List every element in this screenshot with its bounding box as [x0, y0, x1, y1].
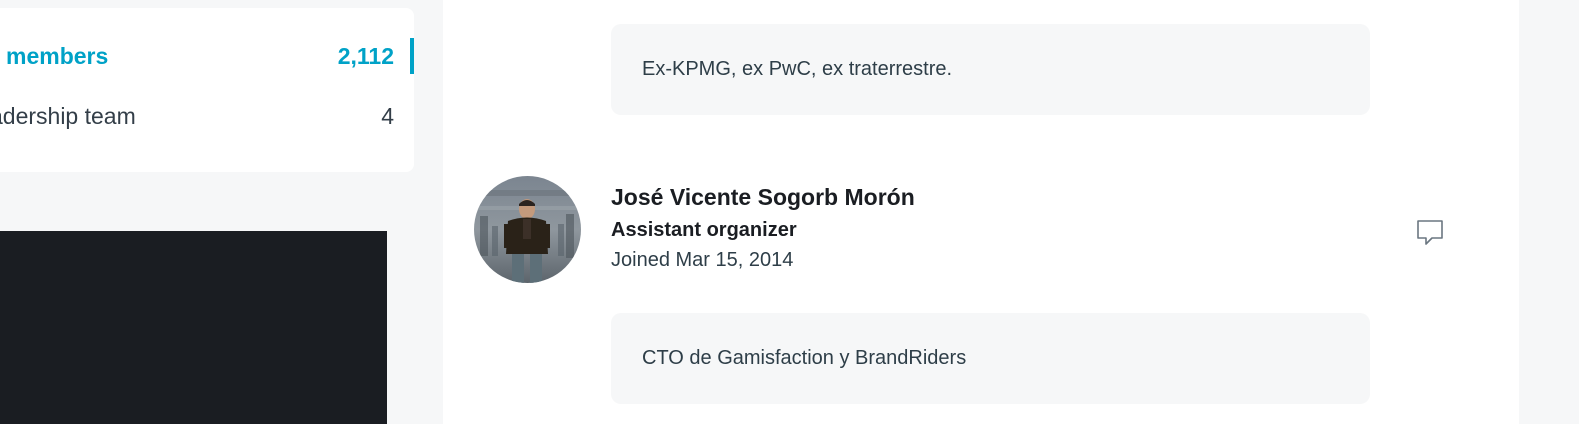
page: members 2,112 adership team 4 Ex-KPMG, e… — [0, 0, 1579, 424]
member-joined-date: Joined Mar 15, 2014 — [611, 249, 794, 271]
chat-bubble-icon — [1417, 220, 1443, 245]
member-bio: Ex-KPMG, ex PwC, ex traterrestre. — [611, 24, 1370, 115]
sidebar-item-leadership-team[interactable]: adership team 4 — [0, 96, 414, 136]
active-indicator — [410, 38, 414, 74]
member-bio: CTO de Gamisfaction y BrandRiders — [611, 313, 1370, 404]
sidebar-item-count: 2,112 — [337, 42, 394, 69]
member-role: Assistant organizer — [611, 219, 797, 241]
members-filter-card: members 2,112 adership team 4 — [0, 8, 414, 172]
member-bio-text: Ex-KPMG, ex PwC, ex traterrestre. — [642, 58, 953, 80]
avatar[interactable] — [474, 176, 581, 283]
member-bio-text: CTO de Gamisfaction y BrandRiders — [642, 347, 967, 369]
sidebar-item-label: adership team — [0, 102, 136, 129]
sidebar-media-block — [0, 231, 387, 424]
sidebar-item-label: members — [6, 42, 109, 69]
member-list: Ex-KPMG, ex PwC, ex traterrestre. José V… — [443, 0, 1519, 424]
sidebar-item-all-members[interactable]: members 2,112 — [0, 36, 414, 76]
member-name[interactable]: José Vicente Sogorb Morón — [611, 184, 915, 211]
message-button[interactable] — [1415, 218, 1445, 248]
avatar-photo — [474, 176, 581, 283]
sidebar-item-count: 4 — [381, 102, 394, 129]
